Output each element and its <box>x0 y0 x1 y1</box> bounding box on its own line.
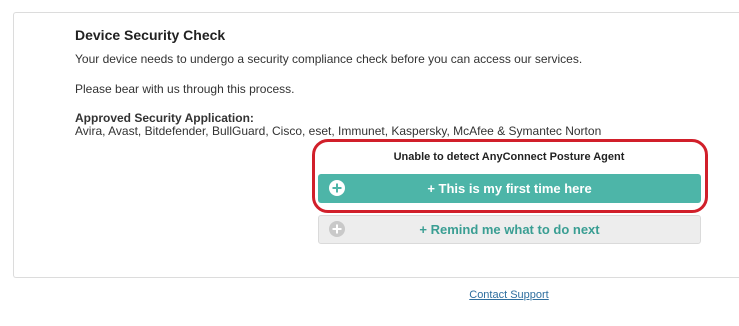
patience-note: Please bear with us through this process… <box>75 82 295 96</box>
first-time-button-label: + This is my first time here <box>427 181 592 196</box>
first-time-button[interactable]: + This is my first time here <box>318 174 701 203</box>
remind-button-label: + Remind me what to do next <box>419 222 600 237</box>
page-title: Device Security Check <box>75 27 226 43</box>
contact-support-link[interactable]: Contact Support <box>0 289 739 301</box>
approved-apps-heading: Approved Security Application: <box>75 111 254 125</box>
agent-status-message: Unable to detect AnyConnect Posture Agen… <box>393 151 625 163</box>
remind-button[interactable]: + Remind me what to do next <box>318 215 701 244</box>
approved-apps-list: Avira, Avast, Bitdefender, BullGuard, Ci… <box>75 124 602 138</box>
description-text: Your device needs to undergo a security … <box>75 52 583 66</box>
page: Device Security Check Your device needs … <box>0 0 739 326</box>
